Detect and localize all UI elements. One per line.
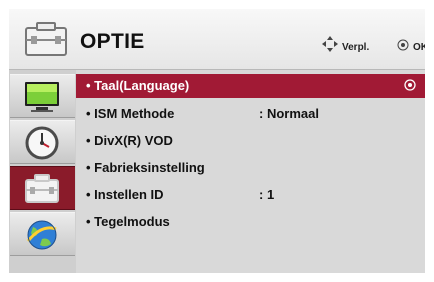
menu-item-ism-method[interactable]: • ISM Methode : Normaal (76, 102, 425, 126)
sidebar-item-network[interactable] (10, 212, 75, 256)
menu-item-label: • Tegelmodus (86, 214, 170, 229)
menu-item-label: • ISM Methode (86, 106, 175, 121)
menu-header: OPTIE Verpl. OK (9, 9, 425, 70)
menu-item-value: : Normaal (259, 106, 319, 121)
page-title: OPTIE (80, 30, 145, 53)
menu-item-label: • Taal(Language) (86, 78, 190, 93)
menu-item-factory-reset[interactable]: • Fabrieksinstelling (76, 156, 425, 180)
picture-monitor-icon (25, 82, 59, 112)
menu-item-tile-mode[interactable]: • Tegelmodus (76, 210, 425, 234)
move-hint-label: Verpl. (342, 42, 370, 53)
menu-item-label: • DivX(R) VOD (86, 133, 173, 148)
ok-button-icon (397, 39, 409, 51)
menu-item-divx-vod[interactable]: • DivX(R) VOD (76, 129, 425, 153)
menu-item-value: : 1 (259, 187, 275, 202)
network-globe-icon (26, 220, 57, 250)
selected-marker-icon (404, 79, 416, 91)
ok-hint-label: OK (413, 42, 425, 53)
clock-icon (25, 126, 59, 160)
sidebar-item-time[interactable] (10, 120, 75, 164)
menu-item-language[interactable]: • Taal(Language) (76, 74, 425, 98)
menu-item-label: • Fabrieksinstelling (86, 160, 205, 175)
option-toolbox-icon (25, 22, 67, 56)
option-toolbox-icon (25, 174, 59, 203)
menu-item-label: • Instellen ID (86, 187, 164, 202)
sidebar-item-option[interactable] (10, 166, 75, 210)
sidebar-item-picture[interactable] (10, 74, 75, 118)
osd-option-menu: OPTIE Verpl. OK • Taal(Language) • ISM M… (9, 9, 425, 273)
menu-item-set-id[interactable]: • Instellen ID : 1 (76, 183, 425, 207)
option-menu-list: • Taal(Language) • ISM Methode : Normaal… (76, 70, 425, 273)
menu-category-sidebar (9, 70, 76, 273)
navigation-arrows-icon (322, 36, 338, 52)
